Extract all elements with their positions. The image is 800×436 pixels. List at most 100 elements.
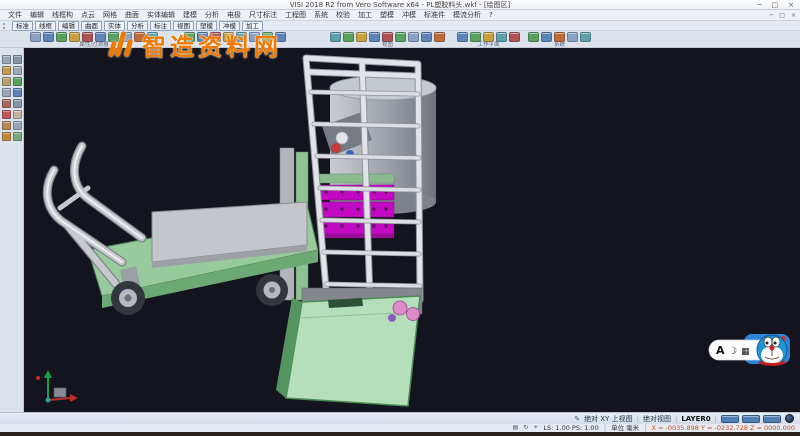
menu-item[interactable]: 建模 bbox=[179, 10, 201, 21]
status-button[interactable] bbox=[763, 415, 781, 423]
restore-button[interactable]: □ bbox=[772, 0, 779, 10]
toolbar-icon[interactable] bbox=[343, 32, 354, 42]
toolbar-icon[interactable] bbox=[483, 32, 494, 42]
menu-item[interactable]: 分析 bbox=[201, 10, 223, 21]
menu-item[interactable]: 电极 bbox=[223, 10, 245, 21]
toolbar-tab[interactable]: 塑模 bbox=[196, 21, 217, 31]
menu-item[interactable]: 线框构 bbox=[48, 10, 77, 21]
toolbar-icon[interactable] bbox=[262, 32, 273, 42]
ime-toolbar[interactable]: A ☽ ▦ bbox=[708, 330, 794, 370]
menu-item[interactable]: 模流分析 bbox=[449, 10, 485, 21]
toolbar-tab[interactable]: 曲面 bbox=[81, 21, 102, 31]
palette-icon[interactable] bbox=[2, 99, 11, 108]
toolbar-icon[interactable] bbox=[147, 32, 158, 42]
toolbar-icon[interactable] bbox=[509, 32, 520, 42]
menu-item[interactable]: 文件 bbox=[4, 10, 26, 21]
view-sphere-icon[interactable] bbox=[785, 414, 794, 423]
toolbar-icon[interactable] bbox=[69, 32, 80, 42]
toolbar-icon[interactable] bbox=[82, 32, 93, 42]
toolbar-icon[interactable] bbox=[457, 32, 468, 42]
toolbar-icon[interactable] bbox=[210, 32, 221, 42]
palette-icon[interactable] bbox=[2, 55, 11, 64]
menu-item[interactable]: 冲模 bbox=[398, 10, 420, 21]
toolbar-icon[interactable] bbox=[223, 32, 234, 42]
palette-icon[interactable] bbox=[2, 121, 11, 130]
layer-indicator[interactable]: LAYER0 bbox=[681, 413, 710, 425]
toolbar-tab[interactable]: 标注 bbox=[150, 21, 171, 31]
toolbar-icon[interactable] bbox=[330, 32, 341, 42]
mdi-restore-button[interactable]: □ bbox=[779, 10, 785, 21]
toolbar-tab[interactable]: 分析 bbox=[127, 21, 148, 31]
toolbar-icon[interactable] bbox=[134, 32, 145, 42]
menu-item[interactable]: 工程图 bbox=[281, 10, 310, 21]
edit-mode-icon[interactable]: ✎ bbox=[574, 413, 580, 425]
toolbar-icon[interactable] bbox=[121, 32, 132, 42]
palette-icon[interactable] bbox=[13, 121, 22, 130]
toolbar-icon[interactable] bbox=[567, 32, 578, 42]
toolbar-icon[interactable] bbox=[275, 32, 286, 42]
palette-icon[interactable] bbox=[13, 77, 22, 86]
rotate-icon[interactable]: ↻ bbox=[523, 424, 528, 432]
menu-item[interactable]: 编辑 bbox=[26, 10, 48, 21]
palette-icon[interactable] bbox=[2, 77, 11, 86]
toolbar-icon[interactable] bbox=[369, 32, 380, 42]
toolbar-icon[interactable] bbox=[56, 32, 67, 42]
menu-item[interactable]: 系统 bbox=[310, 10, 332, 21]
toolbar-icon[interactable] bbox=[184, 32, 195, 42]
toolbar-icon[interactable] bbox=[470, 32, 481, 42]
toolbar-icon[interactable] bbox=[408, 32, 419, 42]
toolbar-tab[interactable]: 视图 bbox=[173, 21, 194, 31]
mdi-close-button[interactable]: × bbox=[791, 10, 796, 21]
workplane-indicator[interactable]: 绝对 XY 上视图 bbox=[584, 413, 633, 425]
toolbar-icon[interactable] bbox=[95, 32, 106, 42]
toolbar-icon[interactable] bbox=[496, 32, 507, 42]
toolbar-tab[interactable]: 冲模 bbox=[219, 21, 240, 31]
view-indicator[interactable]: 绝对视图 bbox=[643, 413, 671, 425]
keyboard-icon[interactable]: ▦ bbox=[741, 347, 750, 357]
palette-icon[interactable] bbox=[2, 110, 11, 119]
menu-item[interactable]: 实体编辑 bbox=[143, 10, 179, 21]
toolbar-icon[interactable] bbox=[249, 32, 260, 42]
toolbar-tab[interactable]: 加工 bbox=[242, 21, 263, 31]
palette-icon[interactable] bbox=[13, 66, 22, 75]
toolbar-icon[interactable] bbox=[580, 32, 591, 42]
printer-icon[interactable]: ▤ bbox=[513, 424, 519, 432]
menu-item[interactable]: 加工 bbox=[354, 10, 376, 21]
status-button[interactable] bbox=[721, 415, 739, 423]
toolbar-icon[interactable] bbox=[382, 32, 393, 42]
menu-item[interactable]: 校验 bbox=[332, 10, 354, 21]
palette-icon[interactable] bbox=[2, 66, 11, 75]
menu-item[interactable]: 尺寸标注 bbox=[245, 10, 281, 21]
toolbar-icon[interactable] bbox=[554, 32, 565, 42]
toolbar-tab[interactable]: 实体 bbox=[104, 21, 125, 31]
ime-language-indicator[interactable]: A bbox=[716, 344, 725, 357]
toolbar-icon[interactable] bbox=[108, 32, 119, 42]
crosshair-icon[interactable]: + bbox=[533, 424, 538, 432]
toolbar-icon[interactable] bbox=[541, 32, 552, 42]
toolbar-icon[interactable] bbox=[236, 32, 247, 42]
toolbar-tab[interactable]: 标准 bbox=[12, 21, 33, 31]
mdi-minimize-button[interactable]: ─ bbox=[770, 10, 774, 21]
toolbar-tab[interactable]: 线框 bbox=[35, 21, 56, 31]
toolbar-icon[interactable] bbox=[197, 32, 208, 42]
menu-item[interactable]: 网格 bbox=[99, 10, 121, 21]
toolbar-icon[interactable] bbox=[356, 32, 367, 42]
palette-icon[interactable] bbox=[2, 132, 11, 141]
3d-viewport[interactable] bbox=[24, 48, 800, 412]
status-button[interactable] bbox=[742, 415, 760, 423]
minimize-button[interactable]: ─ bbox=[757, 0, 761, 10]
toolbar-icon[interactable] bbox=[528, 32, 539, 42]
moon-icon[interactable]: ☽ bbox=[728, 346, 737, 357]
toolbar-icon[interactable] bbox=[30, 32, 41, 42]
toolbar-icon[interactable] bbox=[43, 32, 54, 42]
palette-icon[interactable] bbox=[13, 88, 22, 97]
palette-icon[interactable] bbox=[13, 99, 22, 108]
toolbar-grip[interactable] bbox=[3, 23, 8, 29]
toolbar-tab[interactable]: 编辑 bbox=[58, 21, 79, 31]
menu-item[interactable]: 点云 bbox=[77, 10, 99, 21]
palette-icon[interactable] bbox=[13, 110, 22, 119]
toolbar-icon[interactable] bbox=[421, 32, 432, 42]
menu-item[interactable]: 塑模 bbox=[376, 10, 398, 21]
palette-icon[interactable] bbox=[13, 132, 22, 141]
menu-item[interactable]: 标准件 bbox=[420, 10, 449, 21]
